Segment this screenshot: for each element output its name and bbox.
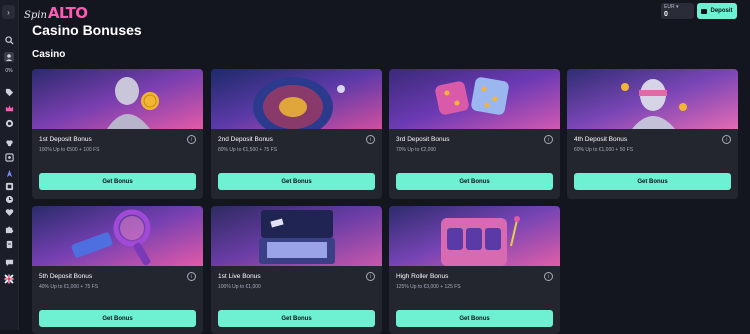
sidebar: › 0% bbox=[0, 0, 19, 330]
info-icon[interactable]: i bbox=[722, 135, 731, 144]
page-title: Casino Bonuses bbox=[32, 22, 142, 38]
tag-icon[interactable] bbox=[3, 86, 15, 98]
info-icon[interactable]: i bbox=[366, 135, 375, 144]
chat-icon[interactable] bbox=[3, 256, 15, 268]
clover-icon[interactable] bbox=[3, 137, 15, 149]
goddess-coin-image bbox=[32, 69, 203, 129]
card-description: 100% Up to €500 + 100 FS bbox=[39, 147, 100, 153]
get-bonus-button[interactable]: Get Bonus bbox=[39, 310, 196, 327]
cash-briefcase-image bbox=[211, 206, 382, 266]
card-title: 4th Deposit Bonus bbox=[574, 136, 628, 143]
bonus-card: 5th Deposit Bonus i 40% Up to €1,000 + 7… bbox=[32, 206, 203, 334]
bonus-card: 2nd Deposit Bonus i 80% Up to €1,500 + 7… bbox=[211, 69, 382, 199]
card-description: 125% Up to €3,000 + 125 FS bbox=[396, 284, 461, 290]
card-title: 2nd Deposit Bonus bbox=[218, 136, 273, 143]
wallet-icon bbox=[701, 8, 708, 14]
dice-image bbox=[389, 69, 560, 129]
bonus-card: 1st Live Bonus i 100% Up to €1,000 Get B… bbox=[211, 206, 382, 334]
slot-machine-image bbox=[389, 206, 560, 266]
bonus-card: 3rd Deposit Bonus i 70% Up to €2,000 Get… bbox=[389, 69, 560, 199]
aviator-icon[interactable] bbox=[3, 167, 15, 179]
card-title: High Roller Bonus bbox=[396, 273, 449, 280]
magnifier-image bbox=[32, 206, 203, 266]
info-icon[interactable]: i bbox=[366, 272, 375, 281]
card-description: 80% Up to €1,500 + 75 FS bbox=[218, 147, 278, 153]
table-games-icon[interactable] bbox=[3, 180, 15, 192]
casino-chip-icon[interactable] bbox=[3, 117, 15, 129]
document-icon[interactable] bbox=[3, 238, 15, 250]
logo-main: ALTO bbox=[47, 4, 88, 22]
wallet-currency: EUR ▾ bbox=[664, 4, 679, 10]
search-icon[interactable] bbox=[3, 34, 15, 46]
bonus-card: 4th Deposit Bonus i 60% Up to €1,000 + 5… bbox=[567, 69, 738, 199]
logo-prefix: Spin bbox=[24, 10, 47, 21]
card-description: 40% Up to €1,000 + 75 FS bbox=[39, 284, 99, 290]
card-title: 1st Deposit Bonus bbox=[39, 136, 92, 143]
brand-logo[interactable]: Spin ALTO bbox=[24, 3, 88, 22]
bonus-card: 1st Deposit Bonus i 100% Up to €500 + 10… bbox=[32, 69, 203, 199]
roulette-wheel-image bbox=[211, 69, 382, 129]
live-casino-icon[interactable] bbox=[3, 151, 15, 163]
puzzle-icon[interactable] bbox=[3, 223, 15, 235]
user-icon[interactable] bbox=[3, 51, 15, 63]
wallet-balance: 0 bbox=[664, 11, 668, 18]
deposit-label: Deposit bbox=[710, 8, 733, 14]
get-bonus-button[interactable]: Get Bonus bbox=[39, 173, 196, 190]
info-icon[interactable]: i bbox=[187, 272, 196, 281]
get-bonus-button[interactable]: Get Bonus bbox=[218, 310, 375, 327]
blindfold-statue-image bbox=[567, 69, 738, 129]
uk-flag-icon[interactable] bbox=[3, 273, 15, 285]
bonus-card: High Roller Bonus i 125% Up to €3,000 + … bbox=[389, 206, 560, 334]
get-bonus-button[interactable]: Get Bonus bbox=[396, 173, 553, 190]
card-description: 100% Up to €1,000 bbox=[218, 284, 261, 290]
card-title: 3rd Deposit Bonus bbox=[396, 136, 450, 143]
clock-icon[interactable] bbox=[3, 193, 15, 205]
get-bonus-button[interactable]: Get Bonus bbox=[218, 173, 375, 190]
section-title: Casino bbox=[32, 49, 66, 60]
deposit-button[interactable]: Deposit bbox=[697, 3, 737, 19]
info-icon[interactable]: i bbox=[544, 135, 553, 144]
info-icon[interactable]: i bbox=[544, 272, 553, 281]
get-bonus-button[interactable]: Get Bonus bbox=[574, 173, 731, 190]
card-description: 70% Up to €2,000 bbox=[396, 147, 437, 153]
progress-percent: 0% bbox=[5, 68, 13, 74]
card-description: 60% Up to €1,000 + 50 FS bbox=[574, 147, 634, 153]
sidebar-toggle-button[interactable]: › bbox=[2, 5, 15, 19]
chevron-right-icon: › bbox=[7, 7, 10, 17]
heart-icon[interactable] bbox=[3, 206, 15, 218]
info-icon[interactable]: i bbox=[187, 135, 196, 144]
card-title: 1st Live Bonus bbox=[218, 273, 261, 280]
wallet-selector[interactable]: EUR ▾ 0 bbox=[661, 3, 694, 19]
card-title: 5th Deposit Bonus bbox=[39, 273, 93, 280]
crown-icon[interactable] bbox=[3, 102, 15, 114]
get-bonus-button[interactable]: Get Bonus bbox=[396, 310, 553, 327]
